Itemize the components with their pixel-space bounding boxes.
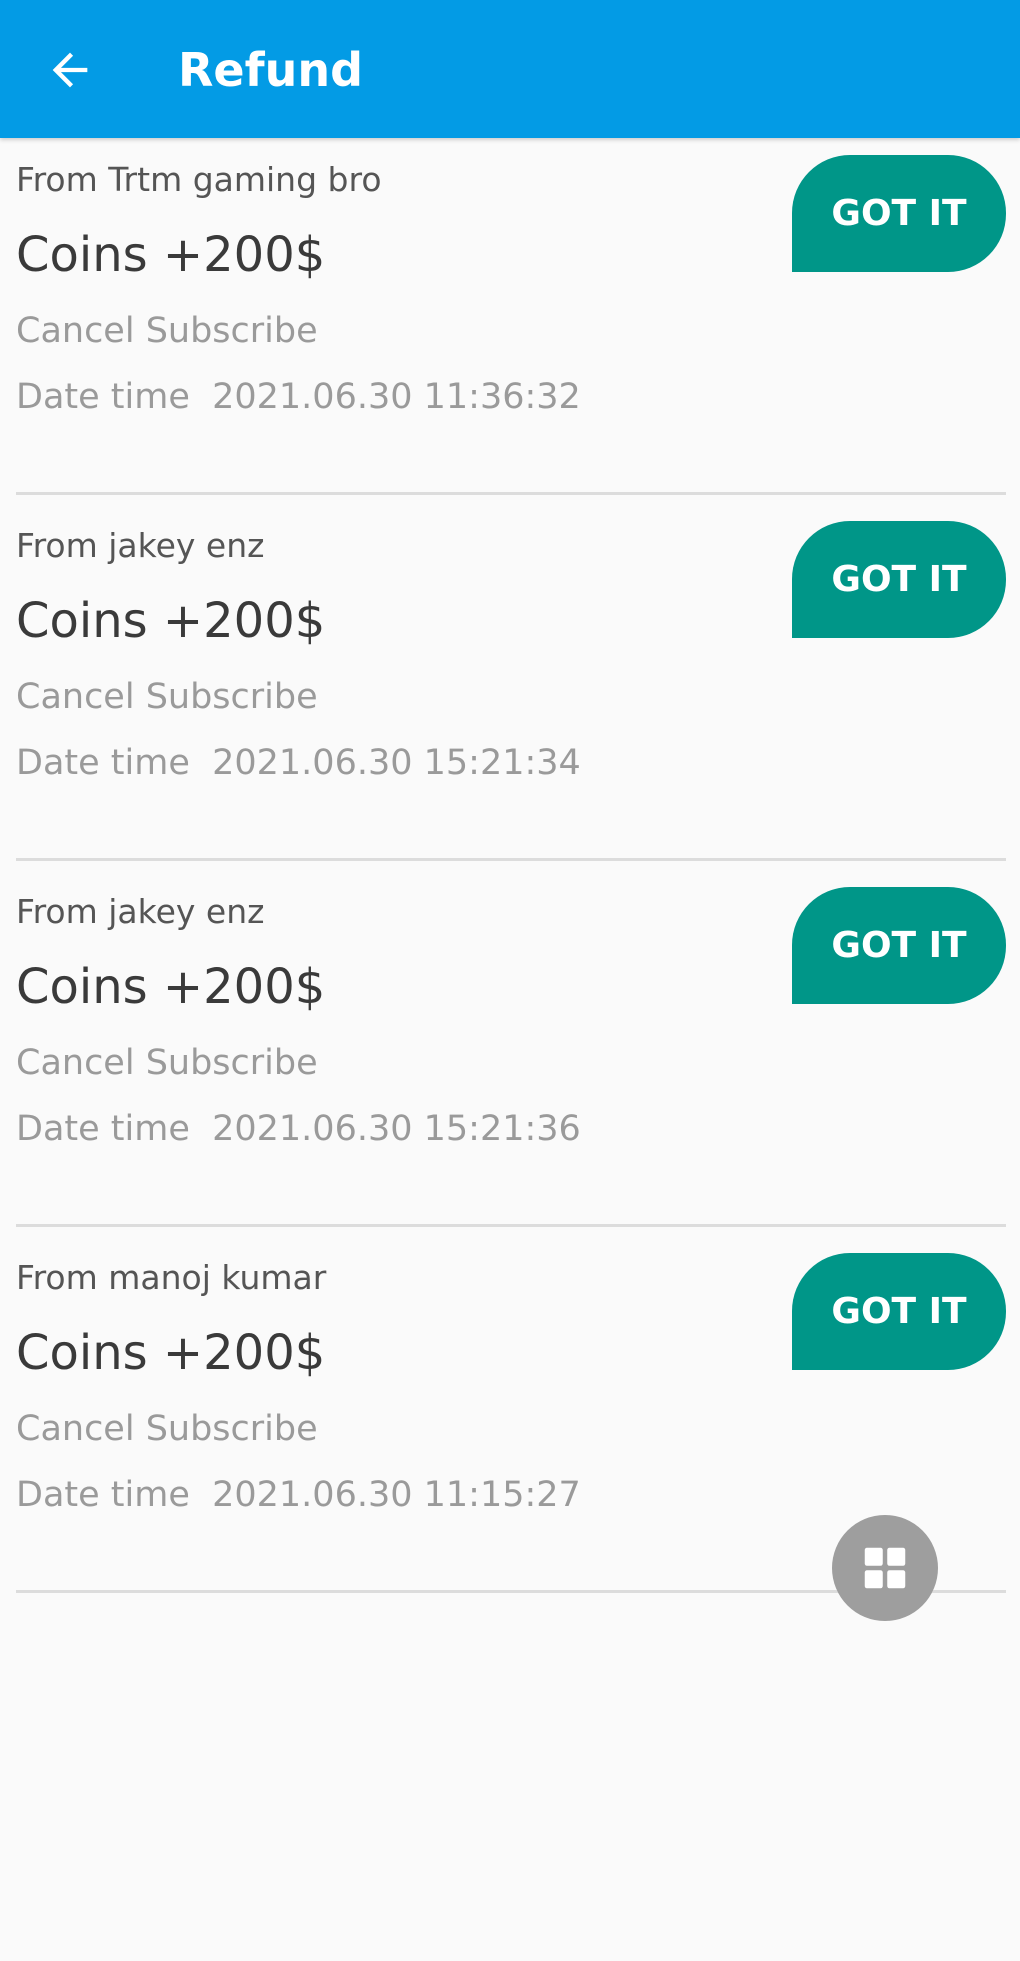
datetime-text: Date time 2021.06.30 15:21:36 bbox=[16, 1109, 581, 1149]
datetime-text: Date time 2021.06.30 11:36:32 bbox=[16, 377, 581, 417]
app-bar: Refund bbox=[0, 0, 1020, 138]
list-item: From jakey enz Coins +200$ Cancel Subscr… bbox=[0, 504, 1020, 870]
status-text: Cancel Subscribe bbox=[16, 677, 318, 717]
status-text: Cancel Subscribe bbox=[16, 311, 318, 351]
floating-action-button[interactable] bbox=[832, 1515, 938, 1621]
sender-label: From manoj kumar bbox=[16, 1258, 327, 1297]
status-text: Cancel Subscribe bbox=[16, 1043, 318, 1083]
got-it-button[interactable]: GOT IT bbox=[792, 1253, 1006, 1370]
page-title: Refund bbox=[178, 43, 364, 97]
coins-amount: Coins +200$ bbox=[16, 227, 326, 283]
datetime-text: Date time 2021.06.30 11:15:27 bbox=[16, 1475, 581, 1515]
coins-amount: Coins +200$ bbox=[16, 959, 326, 1015]
refund-list: From Trtm gaming bro Coins +200$ Cancel … bbox=[0, 138, 1020, 1602]
divider bbox=[16, 492, 1006, 495]
coins-amount: Coins +200$ bbox=[16, 1325, 326, 1381]
status-text: Cancel Subscribe bbox=[16, 1409, 318, 1449]
arrow-left-icon bbox=[52, 52, 88, 88]
datetime-text: Date time 2021.06.30 15:21:34 bbox=[16, 743, 581, 783]
coins-amount: Coins +200$ bbox=[16, 593, 326, 649]
grid-icon bbox=[864, 1547, 906, 1589]
sender-label: From jakey enz bbox=[16, 892, 265, 931]
divider bbox=[16, 1224, 1006, 1227]
got-it-button[interactable]: GOT IT bbox=[792, 521, 1006, 638]
sender-label: From jakey enz bbox=[16, 526, 265, 565]
back-button[interactable] bbox=[30, 30, 110, 110]
list-item: From Trtm gaming bro Coins +200$ Cancel … bbox=[0, 138, 1020, 504]
sender-label: From Trtm gaming bro bbox=[16, 160, 382, 199]
divider bbox=[16, 858, 1006, 861]
got-it-button[interactable]: GOT IT bbox=[792, 155, 1006, 272]
got-it-button[interactable]: GOT IT bbox=[792, 887, 1006, 1004]
list-item: From jakey enz Coins +200$ Cancel Subscr… bbox=[0, 870, 1020, 1236]
